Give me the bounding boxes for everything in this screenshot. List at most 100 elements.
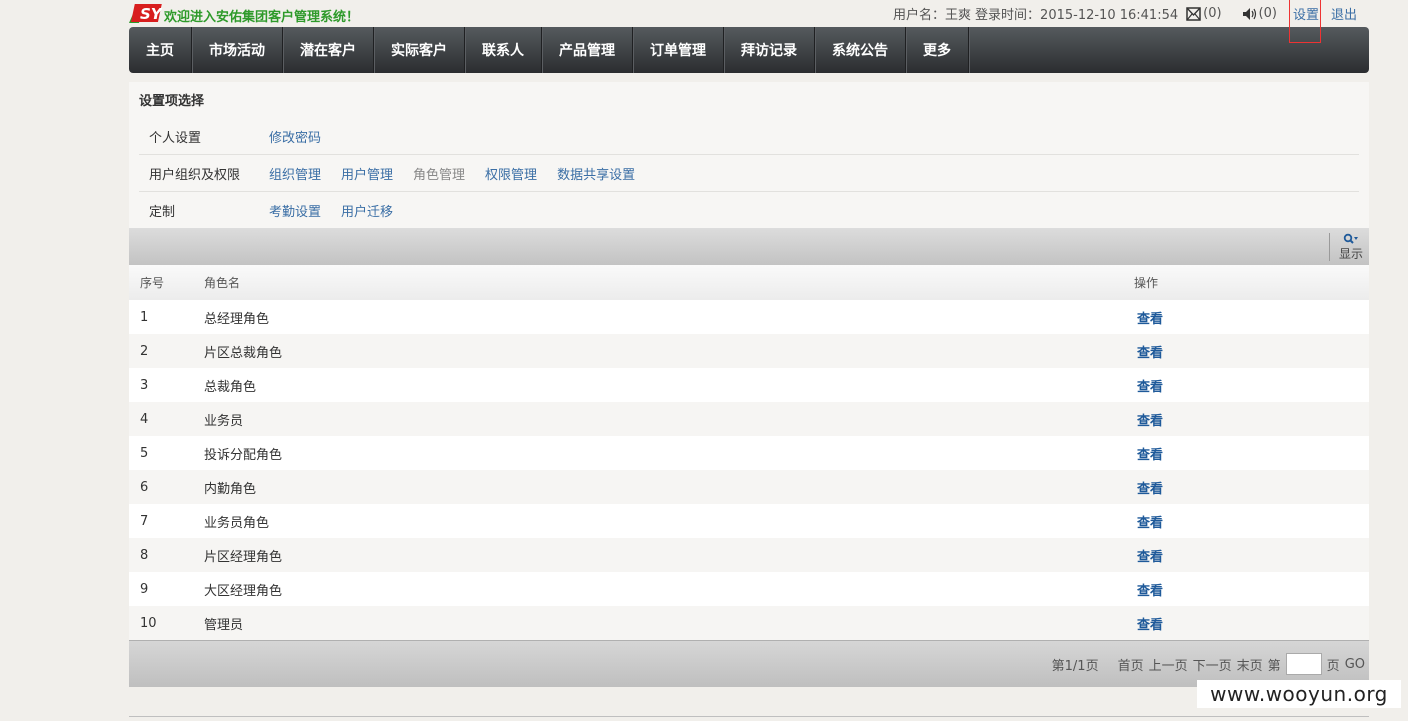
role-name: 总经理角色 (204, 311, 270, 327)
setting-link[interactable]: 考勤设置 (269, 201, 321, 220)
settings-link-wrapper: 设置 (1288, 0, 1325, 43)
row-number: 7 (140, 513, 149, 529)
setting-link[interactable]: 数据共享设置 (557, 164, 635, 183)
display-label: 显示 (1338, 247, 1363, 261)
table-row: 3 总裁角色 查看 (129, 368, 1369, 402)
mail-link[interactable]: (0) (1186, 6, 1225, 21)
role-name: 投诉分配角色 (204, 447, 283, 463)
row-number: 4 (140, 411, 149, 427)
row-action-cell: 查看 (1133, 368, 1369, 402)
page-number-input[interactable] (1285, 653, 1322, 675)
bottom-divider (129, 716, 1369, 717)
table-toolbar: 显示 (129, 228, 1369, 265)
table-row: 7 业务员角色 查看 (129, 504, 1369, 538)
prev-page-button[interactable]: 上一页 (1149, 655, 1188, 674)
last-page-button[interactable]: 末页 (1237, 655, 1263, 674)
role-name: 片区经理角色 (204, 549, 283, 565)
notice-count: (0) (1258, 6, 1277, 21)
welcome-text: 欢迎进入安佑集团客户管理系统！ (164, 10, 360, 25)
go-button[interactable]: GO (1345, 657, 1365, 672)
setting-row-label: 用户组织及权限 (149, 167, 241, 183)
nav-item-6[interactable]: 订单管理 (633, 27, 724, 73)
setting-link[interactable]: 角色管理 (413, 164, 465, 183)
username-label: 用户名：王爽 (893, 8, 972, 23)
table-row: 4 业务员 查看 (129, 402, 1369, 436)
row-action-cell: 查看 (1133, 572, 1369, 606)
nav-item-9[interactable]: 更多 (906, 27, 969, 73)
main-nav: 主页 市场活动 潜在客户 实际客户 联系人 产品管理 订单管理 拜访记录 系统公告 更多 (129, 27, 1369, 73)
view-link[interactable]: 查看 (1134, 584, 1163, 599)
row-number: 9 (140, 581, 149, 597)
setting-row-label: 定制 (149, 204, 176, 220)
row-number: 2 (140, 343, 149, 359)
setting-link[interactable]: 用户管理 (341, 164, 393, 183)
role-name: 业务员角色 (204, 515, 270, 531)
role-name: 大区经理角色 (204, 583, 283, 599)
view-link[interactable]: 查看 (1134, 380, 1163, 395)
setting-row-0: 个人设置 修改密码 (139, 118, 1359, 155)
table-row: 2 片区总裁角色 查看 (129, 334, 1369, 368)
nav-item-7[interactable]: 拜访记录 (724, 27, 815, 73)
nav-item-1[interactable]: 市场活动 (192, 27, 283, 73)
pager: 第1/1页 首页 上一页 下一页 末页 第 页 GO (129, 640, 1369, 687)
table-row: 1 总经理角色 查看 (129, 300, 1369, 334)
view-link[interactable]: 查看 (1134, 516, 1163, 531)
view-link[interactable]: 查看 (1134, 312, 1163, 327)
row-number: 10 (140, 615, 157, 631)
login-time-label: 登录时间：2015-12-10 16:41:54 (975, 8, 1179, 23)
settings-link[interactable]: 设置 (1293, 8, 1319, 23)
table-row: 8 片区经理角色 查看 (129, 538, 1369, 572)
page-prefix: 第 (1267, 658, 1281, 674)
role-name: 业务员 (204, 413, 244, 429)
role-name: 总裁角色 (204, 379, 257, 395)
row-action-cell: 查看 (1133, 436, 1369, 470)
setting-row-1: 用户组织及权限 组织管理 用户管理 角色管理 权限管理 数据共享设置 (139, 155, 1359, 192)
page-info: 第1/1页 (1051, 658, 1099, 674)
setting-row-2: 定制 考勤设置 用户迁移 (139, 192, 1359, 228)
search-dropdown-icon (1343, 233, 1358, 244)
setting-row-label: 个人设置 (149, 130, 202, 146)
role-name: 内勤角色 (204, 481, 257, 497)
view-link[interactable]: 查看 (1134, 618, 1163, 633)
row-number: 6 (140, 479, 149, 495)
setting-link[interactable]: 修改密码 (269, 127, 321, 146)
view-link[interactable]: 查看 (1134, 550, 1163, 565)
nav-item-3[interactable]: 实际客户 (374, 27, 465, 73)
view-link[interactable]: 查看 (1134, 482, 1163, 497)
display-button[interactable]: 显示 (1337, 233, 1365, 262)
setting-link[interactable]: 用户迁移 (341, 201, 393, 220)
view-link[interactable]: 查看 (1134, 414, 1163, 429)
row-number: 5 (140, 445, 149, 461)
nav-item-5[interactable]: 产品管理 (542, 27, 633, 73)
row-action-cell: 查看 (1133, 334, 1369, 368)
nav-item-2[interactable]: 潜在客户 (283, 27, 374, 73)
page-suffix: 页 (1326, 658, 1340, 674)
nav-item-4[interactable]: 联系人 (465, 27, 542, 73)
setting-link[interactable]: 组织管理 (269, 164, 321, 183)
page-wrapper: SY 欢迎进入安佑集团客户管理系统！ 用户名：王爽 登录时间：2015-12-1… (129, 0, 1369, 687)
first-page-button[interactable]: 首页 (1118, 655, 1144, 674)
table-body: 1 总经理角色 查看 2 片区总裁角色 查看 3 总裁角色 查看 4 业务员 查看 5 投诉分配角色 查看 6… (129, 300, 1369, 640)
user-info: 用户名：王爽 登录时间：2015-12-10 16:41:54 (0) (0) (893, 0, 1361, 43)
logout-link[interactable]: 退出 (1331, 4, 1357, 23)
nav-item-8[interactable]: 系统公告 (815, 27, 906, 73)
row-number: 1 (140, 309, 149, 325)
header-name: 角色名 (204, 276, 241, 290)
view-link[interactable]: 查看 (1134, 346, 1163, 361)
row-number: 8 (140, 547, 149, 563)
view-link[interactable]: 查看 (1134, 448, 1163, 463)
settings-panel-title: 设置项选择 (139, 94, 205, 109)
setting-link[interactable]: 权限管理 (485, 164, 537, 183)
table-row: 9 大区经理角色 查看 (129, 572, 1369, 606)
row-action-cell: 查看 (1133, 504, 1369, 538)
table-row: 5 投诉分配角色 查看 (129, 436, 1369, 470)
table-row: 10 管理员 查看 (129, 606, 1369, 640)
notice-link[interactable]: (0) (1242, 6, 1281, 21)
header-op: 操作 (1134, 276, 1159, 290)
row-action-cell: 查看 (1133, 300, 1369, 334)
role-name: 片区总裁角色 (204, 345, 283, 361)
header-no: 序号 (140, 276, 165, 290)
top-bar: SY 欢迎进入安佑集团客户管理系统！ 用户名：王爽 登录时间：2015-12-1… (129, 0, 1369, 43)
nav-item-0[interactable]: 主页 (129, 27, 192, 73)
next-page-button[interactable]: 下一页 (1193, 655, 1232, 674)
